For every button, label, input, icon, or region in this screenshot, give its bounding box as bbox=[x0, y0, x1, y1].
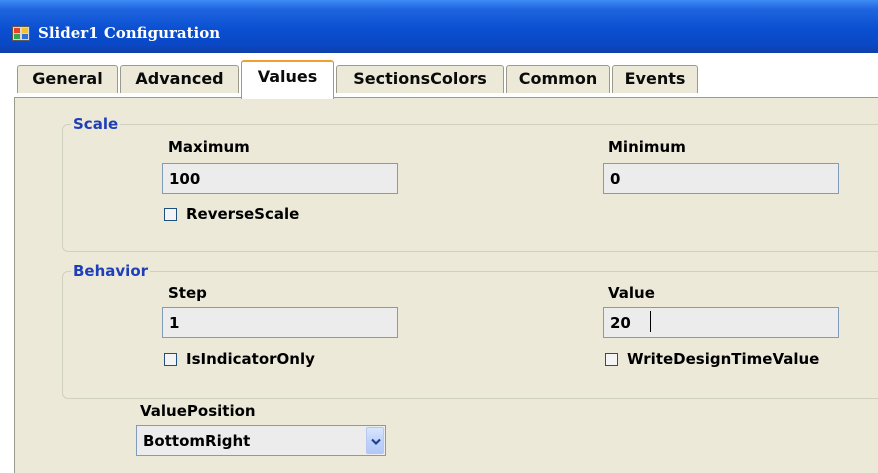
tab-advanced[interactable]: Advanced bbox=[120, 65, 239, 93]
minimum-label: Minimum bbox=[608, 138, 686, 156]
value-position-dropdown[interactable]: BottomRight bbox=[136, 425, 386, 456]
configuration-window: Slider1 Configuration General Advanced V… bbox=[0, 0, 878, 473]
value-position-label: ValuePosition bbox=[140, 402, 256, 420]
window-app-icon[interactable] bbox=[12, 26, 30, 41]
behavior-group-legend: Behavior bbox=[71, 262, 151, 280]
scale-group-legend: Scale bbox=[71, 115, 121, 133]
value-position-selected: BottomRight bbox=[143, 432, 251, 450]
dropdown-button[interactable] bbox=[366, 427, 384, 454]
step-label: Step bbox=[168, 284, 207, 302]
title-bar[interactable]: Slider1 Configuration bbox=[0, 0, 878, 53]
reverse-scale-checkbox-box[interactable] bbox=[164, 208, 177, 221]
tab-sectionscolors[interactable]: SectionsColors bbox=[336, 65, 504, 93]
is-indicator-only-checkbox-box[interactable] bbox=[164, 353, 177, 366]
maximum-label: Maximum bbox=[168, 138, 250, 156]
tab-events[interactable]: Events bbox=[612, 65, 698, 93]
is-indicator-only-label: IsIndicatorOnly bbox=[186, 350, 315, 368]
write-design-time-value-checkbox[interactable]: WriteDesignTimeValue bbox=[605, 350, 875, 370]
chevron-down-icon bbox=[371, 438, 381, 446]
is-indicator-only-checkbox[interactable]: IsIndicatorOnly bbox=[164, 350, 364, 370]
window-title: Slider1 Configuration bbox=[38, 24, 221, 42]
value-input[interactable] bbox=[603, 307, 839, 338]
minimum-input[interactable] bbox=[603, 163, 839, 194]
write-design-time-value-checkbox-box[interactable] bbox=[605, 353, 618, 366]
write-design-time-value-label: WriteDesignTimeValue bbox=[627, 350, 820, 368]
reverse-scale-label: ReverseScale bbox=[186, 205, 300, 223]
text-cursor bbox=[650, 311, 651, 332]
tab-strip: General Advanced Values SectionsColors C… bbox=[0, 53, 878, 99]
tab-general[interactable]: General bbox=[17, 65, 118, 93]
maximum-input[interactable] bbox=[162, 163, 398, 194]
tab-values[interactable]: Values bbox=[241, 60, 334, 99]
reverse-scale-checkbox[interactable]: ReverseScale bbox=[164, 205, 364, 225]
step-input[interactable] bbox=[162, 307, 398, 338]
value-label: Value bbox=[608, 284, 655, 302]
tab-common[interactable]: Common bbox=[506, 65, 610, 93]
